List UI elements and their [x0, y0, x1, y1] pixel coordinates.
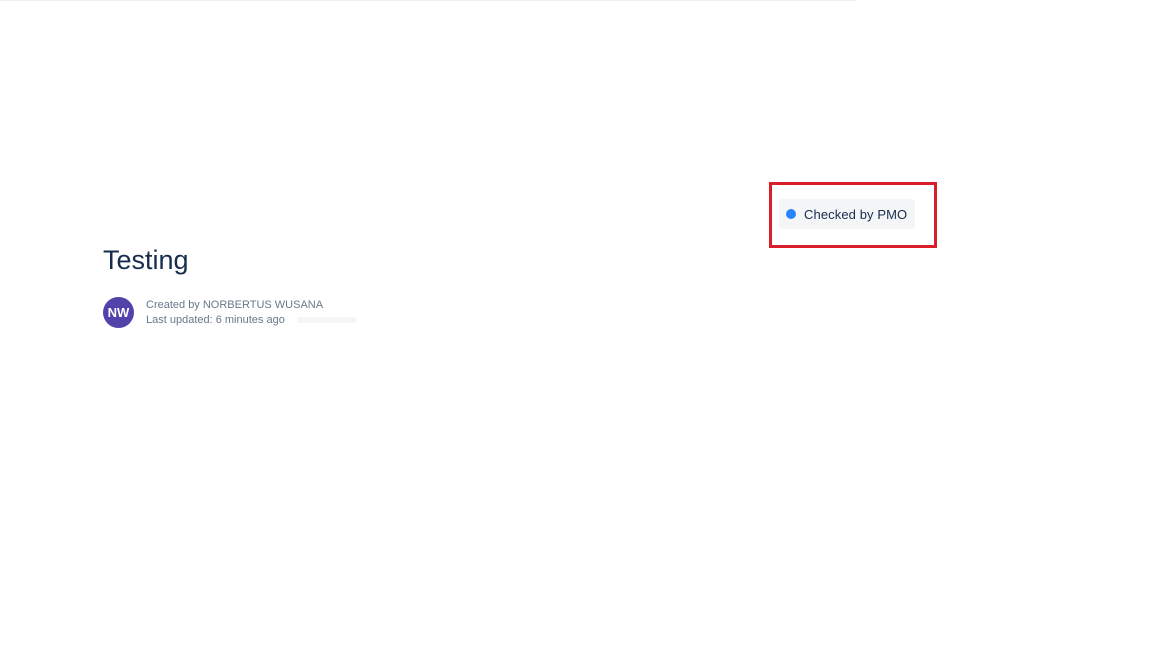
top-divider	[0, 0, 856, 1]
updated-row: Last updated: 6 minutes ago	[146, 314, 357, 326]
page-title[interactable]: Testing	[103, 243, 189, 277]
last-updated-text[interactable]: Last updated: 6 minutes ago	[146, 314, 285, 326]
status-dot-icon	[786, 209, 796, 219]
byline: NW Created by NORBERTUS WUSANA Last upda…	[103, 297, 357, 328]
avatar[interactable]: NW	[103, 297, 134, 328]
status-label: Checked by PMO	[804, 206, 908, 222]
page-status-lozenge[interactable]: Checked by PMO	[779, 199, 916, 229]
byline-text: Created by NORBERTUS WUSANA Last updated…	[146, 299, 357, 326]
loading-placeholder-bar	[296, 317, 357, 323]
created-by-text: Created by NORBERTUS WUSANA	[146, 299, 324, 311]
page-canvas: Checked by PMO Testing NW Created by NOR…	[0, 0, 1152, 648]
